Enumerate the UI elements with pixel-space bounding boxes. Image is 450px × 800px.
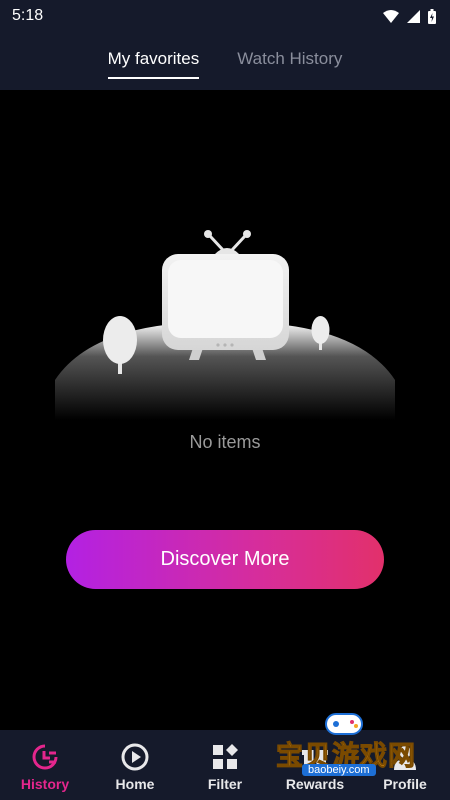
battery-icon <box>428 8 436 24</box>
nav-label-home: Home <box>115 776 155 792</box>
nav-item-filter[interactable]: Filter <box>180 730 270 800</box>
nav-item-profile[interactable]: Profile <box>360 730 450 800</box>
nav-item-rewards[interactable]: Rewards <box>270 730 360 800</box>
nav-item-home[interactable]: Home <box>90 730 180 800</box>
profile-icon <box>390 742 420 772</box>
nav-label-filter: Filter <box>207 776 243 792</box>
tab-my-favorites[interactable]: My favorites <box>107 49 199 79</box>
tab-watch-history[interactable]: Watch History <box>237 49 342 73</box>
status-icons <box>383 8 436 24</box>
discover-more-button[interactable]: Discover More <box>66 530 384 589</box>
main-content: No items Discover More <box>0 90 450 730</box>
empty-tv-illustration <box>55 230 395 420</box>
filter-grid-icon <box>210 742 240 772</box>
gift-icon <box>300 742 330 772</box>
tab-header: My favorites Watch History <box>0 32 450 90</box>
history-icon <box>30 742 60 772</box>
signal-icon <box>407 9 420 23</box>
bottom-nav: History Home Filter Rewards Profile <box>0 730 450 800</box>
nav-label-rewards: Rewards <box>285 776 345 792</box>
play-circle-icon <box>120 742 150 772</box>
status-bar: 5:18 <box>0 0 450 32</box>
nav-label-history: History <box>20 776 70 792</box>
nav-label-profile: Profile <box>383 776 427 792</box>
empty-state-message: No items <box>189 432 261 452</box>
status-time: 5:18 <box>12 7 44 24</box>
nav-item-history[interactable]: History <box>0 730 90 800</box>
wifi-icon <box>383 9 399 23</box>
